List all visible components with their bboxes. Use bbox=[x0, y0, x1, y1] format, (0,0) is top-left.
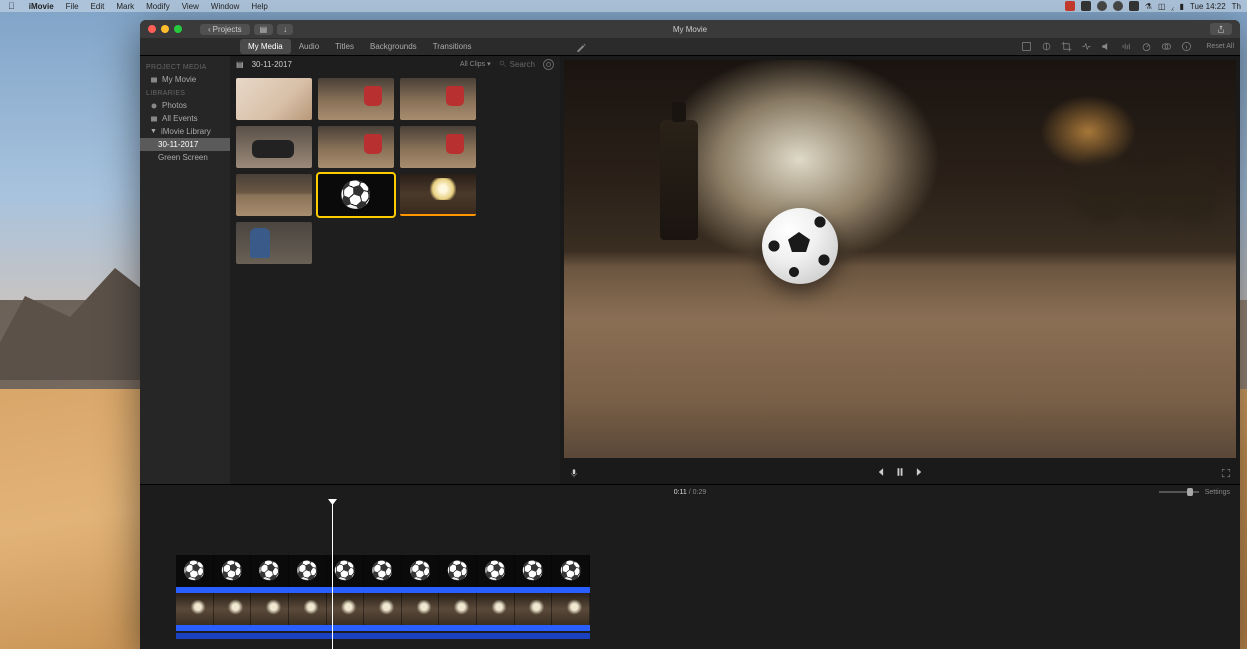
thumbnail-grid bbox=[230, 72, 560, 270]
back-button[interactable]: ‹Projects bbox=[200, 24, 250, 35]
tab-my-media[interactable]: My Media bbox=[240, 39, 291, 54]
menu-edit[interactable]: Edit bbox=[85, 2, 111, 11]
titlebar: ‹Projects ▤ ↓ My Movie bbox=[140, 20, 1240, 38]
close-button[interactable] bbox=[148, 25, 156, 33]
status-sync-icon[interactable] bbox=[1113, 1, 1123, 11]
browser-list-toggle[interactable]: ▤ bbox=[236, 60, 244, 69]
status-globe-icon[interactable] bbox=[1097, 1, 1107, 11]
status-shield-icon[interactable]: ⚗ bbox=[1145, 2, 1152, 11]
clip-thumb[interactable] bbox=[318, 78, 394, 120]
timeline-track-main[interactable] bbox=[176, 593, 590, 625]
reset-all-button[interactable]: Reset All bbox=[1206, 43, 1234, 50]
clip-thumb[interactable] bbox=[236, 126, 312, 168]
voiceover-icon[interactable] bbox=[568, 467, 580, 479]
clip-filter-icon[interactable] bbox=[1160, 41, 1172, 53]
pause-button[interactable] bbox=[895, 464, 905, 482]
browser-breadcrumb[interactable]: 30-11-2017 bbox=[252, 60, 292, 69]
crop-icon[interactable] bbox=[1060, 41, 1072, 53]
status-record-icon[interactable] bbox=[1065, 1, 1075, 11]
playback-time: 0:11 / 0:29 bbox=[674, 489, 707, 496]
timeline-track-overlay[interactable] bbox=[176, 555, 590, 587]
enhance-wand-icon[interactable] bbox=[575, 41, 587, 53]
playhead[interactable] bbox=[332, 499, 333, 649]
zoom-slider[interactable] bbox=[1159, 491, 1199, 493]
zoom-button[interactable] bbox=[174, 25, 182, 33]
sidebar-project-media[interactable]: My Movie bbox=[140, 73, 230, 86]
menu-view[interactable]: View bbox=[176, 2, 205, 11]
status-dropbox-icon[interactable] bbox=[1129, 1, 1139, 11]
status-wifi-icon[interactable]: ⁁ bbox=[1172, 2, 1174, 11]
settings-button[interactable]: Settings bbox=[1205, 489, 1230, 496]
status-battery-icon[interactable]: ▮ bbox=[1180, 2, 1184, 11]
timeline-panel: 0:11 / 0:29 Settings bbox=[140, 484, 1240, 649]
browser-filter[interactable]: All Clips ▾ bbox=[460, 60, 491, 68]
browser-search[interactable]: Search bbox=[499, 60, 535, 69]
menu-modify[interactable]: Modify bbox=[140, 2, 176, 11]
clip-thumb[interactable] bbox=[236, 222, 312, 264]
sidebar-all-events[interactable]: All Events bbox=[140, 112, 230, 125]
fullscreen-icon[interactable] bbox=[1220, 467, 1232, 479]
view-toggle-button[interactable]: ▤ bbox=[254, 24, 274, 35]
menubar-status: ⚗ ◫ ⁁ ▮ Tue 14:22 Th bbox=[1065, 1, 1247, 11]
tab-transitions[interactable]: Transitions bbox=[425, 39, 480, 54]
sidebar-photos[interactable]: Photos bbox=[140, 99, 230, 112]
sidebar: PROJECT MEDIA My Movie LIBRARIES Photos … bbox=[140, 56, 230, 484]
color-correction-icon[interactable] bbox=[1040, 41, 1052, 53]
menu-window[interactable]: Window bbox=[205, 2, 245, 11]
macos-menubar:  iMovie File Edit Mark Modify View Wind… bbox=[0, 0, 1247, 12]
noise-reduction-icon[interactable] bbox=[1120, 41, 1132, 53]
imovie-window: ‹Projects ▤ ↓ My Movie My Media Audio Ti… bbox=[140, 20, 1240, 649]
media-browser: ▤ 30-11-2017 All Clips ▾ Search bbox=[230, 56, 560, 484]
sidebar-imovie-library[interactable]: ▼ iMovie Library bbox=[140, 125, 230, 138]
sidebar-header-libraries: LIBRARIES bbox=[140, 86, 230, 99]
menu-mark[interactable]: Mark bbox=[110, 2, 140, 11]
share-button[interactable] bbox=[1210, 23, 1232, 35]
info-icon[interactable] bbox=[1180, 41, 1192, 53]
menubar-clock[interactable]: Tue 14:22 bbox=[1190, 2, 1226, 11]
clip-thumb-selected[interactable] bbox=[318, 174, 394, 216]
minimize-button[interactable] bbox=[161, 25, 169, 33]
speed-icon[interactable] bbox=[1140, 41, 1152, 53]
clip-thumb[interactable] bbox=[236, 78, 312, 120]
clip-thumb[interactable] bbox=[236, 174, 312, 216]
import-button[interactable]: ↓ bbox=[277, 24, 293, 35]
prev-frame-button[interactable] bbox=[875, 464, 885, 482]
clip-thumb[interactable] bbox=[400, 126, 476, 168]
preview-panel bbox=[560, 56, 1240, 484]
preview-viewer[interactable] bbox=[564, 60, 1236, 458]
menu-file[interactable]: File bbox=[60, 2, 85, 11]
volume-icon[interactable] bbox=[1100, 41, 1112, 53]
next-frame-button[interactable] bbox=[915, 464, 925, 482]
color-balance-icon[interactable] bbox=[1020, 41, 1032, 53]
clip-thumb[interactable] bbox=[400, 78, 476, 120]
timeline-audio-main[interactable] bbox=[176, 625, 590, 631]
content-tabs: My Media Audio Titles Backgrounds Transi… bbox=[240, 39, 480, 54]
preview-overlay-ball bbox=[762, 208, 838, 284]
sidebar-event-green-screen[interactable]: Green Screen bbox=[140, 151, 230, 164]
tab-backgrounds[interactable]: Backgrounds bbox=[362, 39, 425, 54]
traffic-lights bbox=[148, 25, 182, 33]
clip-thumb[interactable] bbox=[318, 126, 394, 168]
clip-thumb[interactable] bbox=[400, 174, 476, 216]
status-app-icon[interactable] bbox=[1081, 1, 1091, 11]
toolbar: My Media Audio Titles Backgrounds Transi… bbox=[140, 38, 1240, 56]
apple-menu-icon[interactable]:  bbox=[8, 1, 15, 11]
sidebar-event-30-11-2017[interactable]: 30-11-2017 bbox=[140, 138, 230, 151]
timeline[interactable] bbox=[140, 499, 1240, 649]
tab-audio[interactable]: Audio bbox=[291, 39, 327, 54]
stabilize-icon[interactable] bbox=[1080, 41, 1092, 53]
status-display-icon[interactable]: ◫ bbox=[1158, 2, 1166, 11]
sidebar-header-project: PROJECT MEDIA bbox=[140, 60, 230, 73]
window-title: My Movie bbox=[673, 25, 707, 34]
app-menu[interactable]: iMovie bbox=[23, 2, 60, 11]
menu-help[interactable]: Help bbox=[245, 2, 273, 11]
timeline-audio-main-2[interactable] bbox=[176, 633, 590, 639]
browser-appearance-icon[interactable] bbox=[543, 59, 554, 70]
tab-titles[interactable]: Titles bbox=[327, 39, 362, 54]
playback-controls bbox=[560, 462, 1240, 484]
